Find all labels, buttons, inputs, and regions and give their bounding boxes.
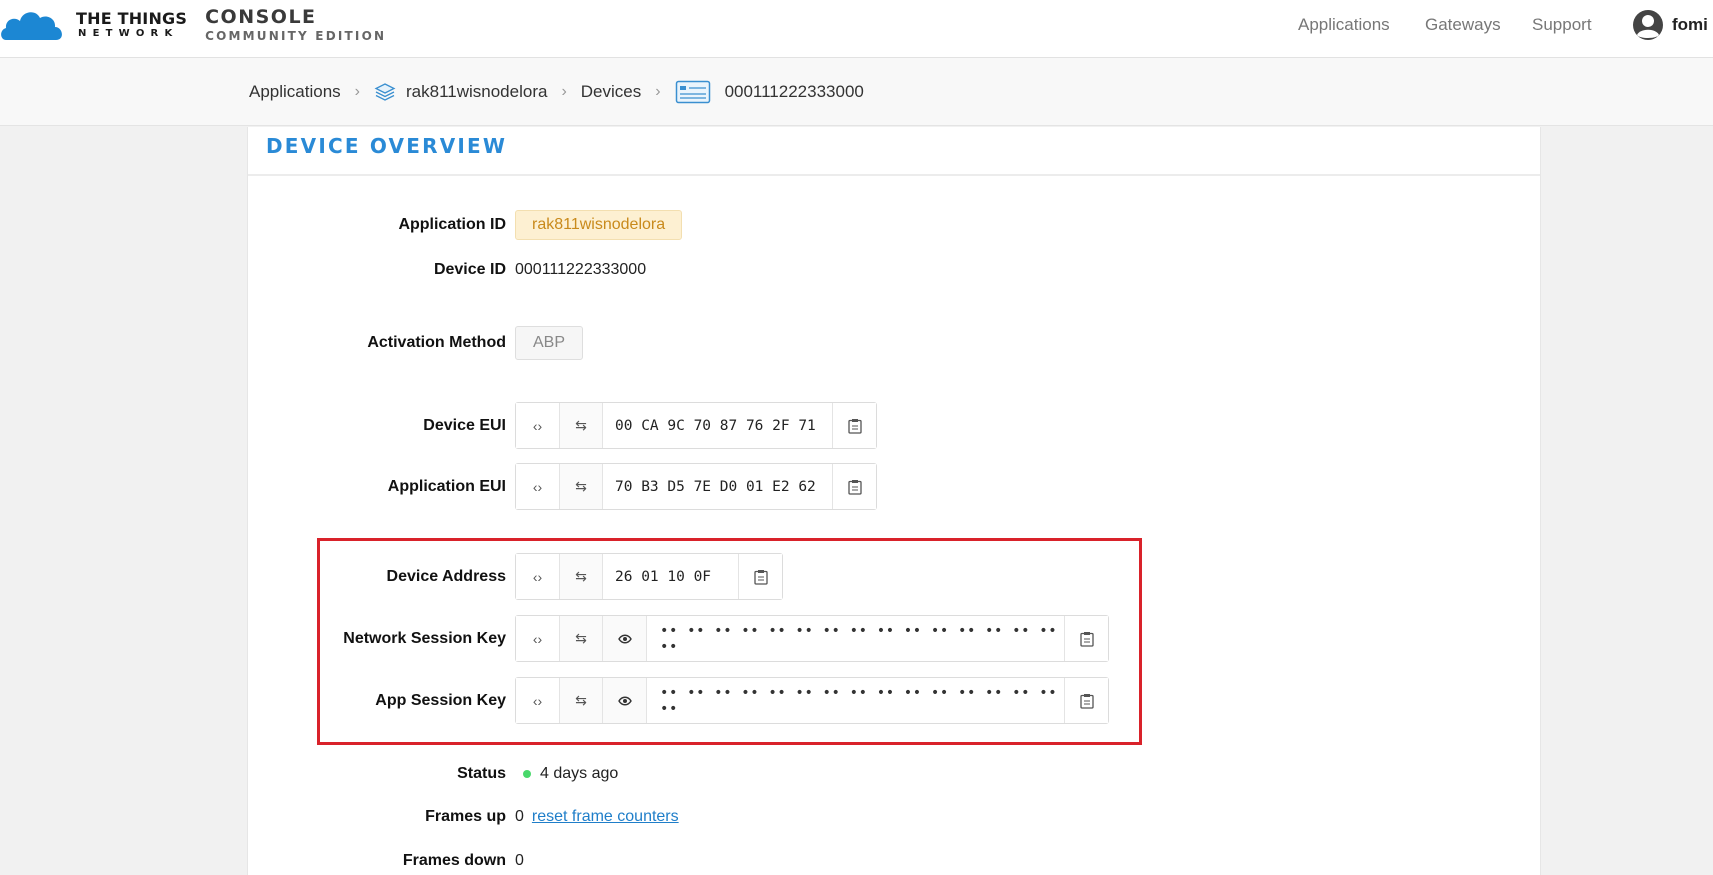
row-application-id: Application ID rak811wisnodelora [248, 210, 683, 240]
chevron-right-icon: › [655, 83, 661, 100]
highlight-box [317, 538, 1142, 745]
brand-line2: NETWORK [78, 28, 179, 39]
nav-applications[interactable]: Applications [1298, 15, 1390, 35]
status-value: 4 days ago [540, 765, 619, 782]
frames-up-label: Frames up [425, 808, 506, 825]
top-navbar: THE THINGS NETWORK CONSOLE COMMUNITY EDI… [0, 0, 1713, 58]
swap-byte-order-icon[interactable]: ⇆ [560, 403, 603, 448]
console-wordmark: CONSOLE COMMUNITY EDITION [205, 6, 387, 43]
code-toggle-icon[interactable]: ‹› [516, 403, 560, 448]
application-eui-value[interactable]: 70 B3 D5 7E D0 01 E2 62 [603, 464, 833, 509]
card-header: DEVICE OVERVIEW [248, 127, 1540, 176]
cloud-logo-icon [1, 12, 62, 40]
row-device-eui: Device EUI ‹› ⇆ 00 CA 9C 70 87 76 2F 71 [248, 402, 877, 449]
breadcrumb: Applications › rak811wisnodelora › Devic… [249, 80, 864, 104]
clipboard-icon[interactable] [833, 464, 876, 509]
clipboard-icon[interactable] [833, 403, 876, 448]
breadcrumb-devices[interactable]: Devices [581, 82, 641, 102]
device-overview-card: DEVICE OVERVIEW Application ID rak811wis… [247, 127, 1541, 875]
reset-frame-counters-link[interactable]: reset frame counters [532, 808, 679, 826]
device-id-value: 000111222333000 [515, 261, 647, 278]
application-id-badge[interactable]: rak811wisnodelora [515, 210, 683, 240]
breadcrumb-applications[interactable]: Applications [249, 82, 341, 102]
application-eui-label: Application EUI [387, 477, 506, 495]
row-activation-method: Activation Method ABP [248, 326, 584, 360]
chevron-right-icon: › [354, 83, 360, 100]
row-device-id: Device ID 000111222333000 [248, 261, 646, 279]
swap-byte-order-icon[interactable]: ⇆ [560, 464, 603, 509]
console-title: CONSOLE [205, 6, 317, 28]
ttn-wordmark: THE THINGS NETWORK [76, 11, 187, 39]
device-eui-label: Device EUI [423, 416, 506, 434]
device-icon [675, 80, 711, 104]
chevron-right-icon: › [561, 83, 567, 100]
activation-method-label: Activation Method [367, 334, 506, 351]
row-application-eui: Application EUI ‹› ⇆ 70 B3 D5 7E D0 01 E… [248, 463, 877, 510]
logo[interactable]: THE THINGS NETWORK CONSOLE COMMUNITY EDI… [0, 6, 386, 44]
console-subtitle: COMMUNITY EDITION [205, 29, 387, 43]
status-label: Status [457, 765, 506, 782]
row-status: Status 4 days ago [248, 765, 618, 783]
user-menu[interactable]: fomi [1632, 9, 1708, 41]
application-eui-field: ‹› ⇆ 70 B3 D5 7E D0 01 E2 62 [515, 463, 877, 510]
avatar-icon [1633, 10, 1663, 40]
nav-gateways[interactable]: Gateways [1425, 15, 1501, 35]
row-frames-down: Frames down 0 [248, 852, 524, 870]
layers-icon [374, 81, 396, 103]
activation-method-badge: ABP [515, 326, 584, 360]
frames-down-value: 0 [515, 852, 524, 869]
status-online-dot [523, 770, 531, 778]
device-id-label: Device ID [433, 261, 506, 278]
breadcrumb-bar: Applications › rak811wisnodelora › Devic… [0, 58, 1713, 126]
breadcrumb-device[interactable]: 000111222333000 [725, 82, 864, 102]
device-eui-field: ‹› ⇆ 00 CA 9C 70 87 76 2F 71 [515, 402, 877, 449]
username: fomi [1672, 15, 1708, 34]
nav-support[interactable]: Support [1532, 15, 1592, 35]
frames-down-label: Frames down [402, 852, 506, 869]
card-title: DEVICE OVERVIEW [266, 134, 508, 158]
code-toggle-icon[interactable]: ‹› [516, 464, 560, 509]
device-eui-value[interactable]: 00 CA 9C 70 87 76 2F 71 [603, 403, 833, 448]
frames-up-value: 0 [515, 808, 524, 825]
breadcrumb-application[interactable]: rak811wisnodelora [406, 82, 547, 102]
brand-line1: THE THINGS [76, 9, 188, 28]
application-id-label: Application ID [398, 216, 506, 233]
row-frames-up: Frames up 0 reset frame counters [248, 808, 679, 826]
